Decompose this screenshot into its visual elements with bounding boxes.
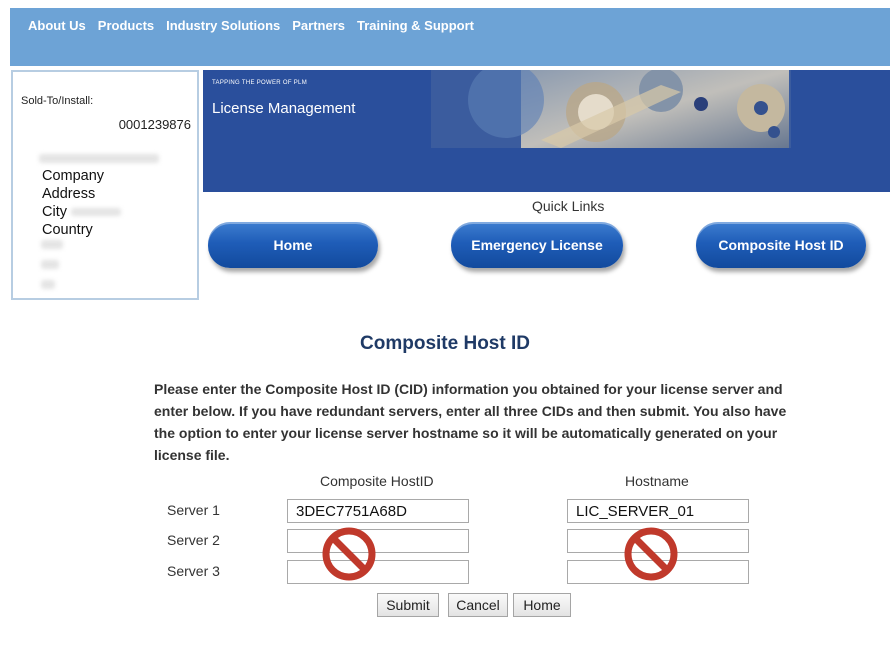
nav-partners[interactable]: Partners [292,18,345,33]
gears-artwork-icon [431,70,791,148]
banner-tagline: TAPPING THE POWER OF PLM [212,80,307,86]
composite-host-id-button[interactable]: Composite Host ID [696,222,866,268]
sold-to-label: Sold-To/Install: [21,95,94,107]
redacted-text [39,154,159,163]
sold-to-number: 0001239876 [118,117,191,132]
column-header-cid: Composite HostID [320,473,434,489]
server-1-cid-input[interactable] [287,499,469,523]
top-nav-bar: About Us Products Industry Solutions Par… [10,8,890,66]
quick-links-label: Quick Links [532,198,605,214]
nav-about-us[interactable]: About Us [28,18,86,33]
sold-to-panel: Sold-To/Install: 0001239876 Company Addr… [11,70,199,300]
server-2-cid-input[interactable] [287,529,469,553]
server-2-label: Server 2 [167,532,220,548]
redacted-text [41,280,55,289]
nav-training-support[interactable]: Training & Support [357,18,474,33]
address-line: Address [42,186,96,202]
prohibited-icon [624,527,678,581]
server-3-cid-input[interactable] [287,560,469,584]
company-line: Company [42,168,105,184]
address-block: Company Address City Country [42,167,122,239]
prohibited-icon [322,527,376,581]
nav-industry-solutions[interactable]: Industry Solutions [166,18,280,33]
page: About Us Products Industry Solutions Par… [0,0,890,648]
home-button[interactable]: Home [513,593,571,617]
instructions-text: Please enter the Composite Host ID (CID)… [154,381,787,463]
column-header-hostname: Hostname [625,473,689,489]
license-management-banner: TAPPING THE POWER OF PLM License Managem… [203,70,890,192]
page-title: Composite Host ID [360,333,530,354]
country-line: Country [42,222,93,238]
redacted-text [41,240,63,249]
server-1-label: Server 1 [167,502,220,518]
server-3-label: Server 3 [167,563,220,579]
cancel-button[interactable]: Cancel [448,593,508,617]
submit-button[interactable]: Submit [377,593,439,617]
banner-title: License Management [212,100,356,117]
emergency-license-button[interactable]: Emergency License [451,222,623,268]
redacted-text [41,260,59,269]
server-1-hostname-input[interactable] [567,499,749,523]
quick-home-button[interactable]: Home [208,222,378,268]
nav-products[interactable]: Products [98,18,154,33]
city-line: City [42,203,122,221]
